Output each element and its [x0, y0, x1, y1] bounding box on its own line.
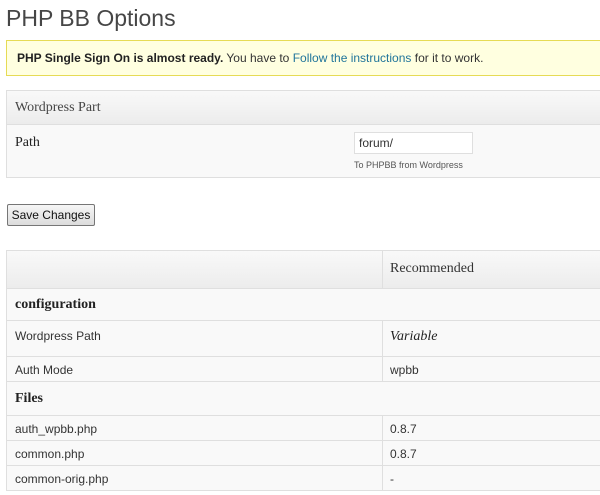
save-changes-button[interactable]: Save Changes [7, 204, 95, 226]
row-value: - [390, 472, 394, 486]
notice-text-end: for it to work. [411, 51, 484, 65]
section-title: configuration [15, 297, 96, 312]
row-name: common.php [15, 447, 85, 461]
row-name: common-orig.php [15, 472, 109, 486]
table-row: Wordpress Path Variable [7, 321, 600, 357]
wordpress-part-panel: Wordpress Part Path To PHPBB from Wordpr… [6, 90, 600, 178]
section-title: Files [15, 391, 43, 406]
row-name: auth_wpbb.php [15, 422, 98, 436]
row-value: 0.8.7 [390, 447, 417, 461]
table-row: Auth Mode wpbb [7, 357, 600, 382]
path-row: Path To PHPBB from Wordpress [7, 125, 600, 177]
setup-notice: PHP Single Sign On is almost ready. You … [6, 40, 600, 76]
row-name: Auth Mode [15, 363, 74, 377]
path-label: Path [15, 135, 40, 150]
table-row: common-orig.php - [7, 466, 600, 491]
section-row-files: Files [7, 382, 600, 416]
wordpress-part-header: Wordpress Part [7, 91, 600, 125]
table-row: common.php 0.8.7 [7, 441, 600, 466]
recommended-column-header: Recommended [390, 261, 474, 276]
table-row: auth_wpbb.php 0.8.7 [7, 416, 600, 441]
instructions-link[interactable]: Follow the instructions [293, 51, 412, 65]
status-table: Recommended configuration Wordpress Path… [6, 250, 600, 491]
section-row-configuration: configuration [7, 289, 600, 321]
path-hint: To PHPBB from Wordpress [354, 160, 463, 170]
notice-text: You have to [223, 51, 293, 65]
notice-bold-text: PHP Single Sign On is almost ready. [17, 51, 224, 65]
row-value: 0.8.7 [390, 422, 417, 436]
row-value: wpbb [390, 363, 419, 377]
path-input[interactable] [354, 132, 473, 154]
row-value: Variable [390, 329, 438, 344]
table-header-row: Recommended [7, 251, 600, 289]
row-name: Wordpress Path [15, 329, 101, 343]
page-title: PHP BB Options [6, 5, 176, 31]
